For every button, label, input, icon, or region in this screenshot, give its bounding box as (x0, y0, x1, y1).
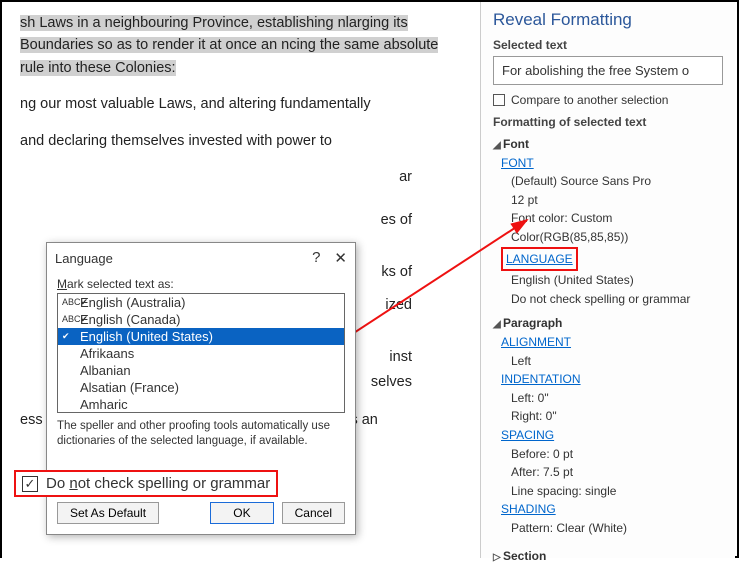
formatting-label: Formatting of selected text (493, 115, 725, 129)
spacing-line: Line spacing: single (511, 482, 725, 501)
list-item[interactable]: Afrikaans (58, 345, 344, 362)
selected-text-label: Selected text (493, 38, 725, 52)
paragraph-group[interactable]: ◢Paragraph (493, 314, 725, 333)
doc-para-1: sh Laws in a neighbouring Province, esta… (20, 12, 462, 79)
doc-frag-b: es of (20, 209, 412, 231)
compare-checkbox-row[interactable]: Compare to another selection (493, 93, 725, 107)
language-listbox[interactable]: ABC✔English (Australia) ABC✔English (Can… (57, 293, 345, 413)
language-note: Do not check spelling or grammar (511, 290, 725, 309)
indent-right: Right: 0" (511, 407, 725, 426)
font-size: 12 pt (511, 191, 725, 210)
compare-label: Compare to another selection (511, 93, 668, 107)
do-not-check-checkbox[interactable]: ✓ (22, 476, 38, 492)
list-item[interactable]: Amharic (58, 396, 344, 413)
font-color: Font color: Custom Color(RGB(85,85,85)) (511, 209, 725, 246)
list-item[interactable]: Albanian (58, 362, 344, 379)
ok-button[interactable]: OK (210, 502, 273, 524)
reveal-formatting-pane: Reveal Formatting Selected text For abol… (480, 2, 735, 558)
selected-text-value[interactable]: For abolishing the free System o (493, 56, 723, 85)
spacing-before: Before: 0 pt (511, 445, 725, 464)
shading-value: Pattern: Clear (White) (511, 519, 725, 538)
pane-title: Reveal Formatting (493, 10, 725, 30)
cancel-button[interactable]: Cancel (282, 502, 345, 524)
help-icon[interactable]: ? (312, 249, 320, 267)
spacing-after: After: 7.5 pt (511, 463, 725, 482)
indent-left: Left: 0" (511, 389, 725, 408)
font-group[interactable]: ◢Font (493, 135, 725, 154)
dialog-titlebar: Language ? ✕ (47, 243, 355, 273)
spacing-link[interactable]: SPACING (501, 426, 554, 445)
do-not-check-label: Do not check spelling or grammar (46, 475, 270, 492)
alignment-link[interactable]: ALIGNMENT (501, 333, 571, 352)
language-value: English (United States) (511, 271, 725, 290)
list-item[interactable]: Alsatian (France) (58, 379, 344, 396)
formatting-tree: ◢Font FONT (Default) Source Sans Pro 12 … (493, 135, 725, 566)
doc-para-3: and declaring themselves invested with p… (20, 130, 462, 152)
dialog-note: The speller and other proofing tools aut… (57, 419, 345, 449)
font-link[interactable]: FONT (501, 154, 534, 173)
list-item[interactable]: ABC✔English (Canada) (58, 311, 344, 328)
set-default-button[interactable]: Set As Default (57, 502, 159, 524)
language-link[interactable]: LANGUAGE (506, 250, 573, 269)
section-group[interactable]: ▷Section (493, 547, 725, 566)
do-not-check-highlight[interactable]: ✓ Do not check spelling or grammar (14, 470, 278, 497)
font-default: (Default) Source Sans Pro (511, 172, 725, 191)
close-icon[interactable]: ✕ (334, 249, 347, 267)
dialog-title: Language (55, 251, 113, 266)
shading-link[interactable]: SHADING (501, 500, 556, 519)
indentation-link[interactable]: INDENTATION (501, 370, 581, 389)
compare-checkbox[interactable] (493, 94, 505, 106)
alignment-value: Left (511, 352, 725, 371)
doc-para-2: ng our most valuable Laws, and altering … (20, 93, 462, 115)
list-item[interactable]: ABC✔English (Australia) (58, 294, 344, 311)
doc-frag-a: ar (20, 166, 412, 188)
list-item-selected[interactable]: ✔English (United States) (58, 328, 344, 345)
mark-text-label: Mark selected text as: (57, 277, 345, 291)
